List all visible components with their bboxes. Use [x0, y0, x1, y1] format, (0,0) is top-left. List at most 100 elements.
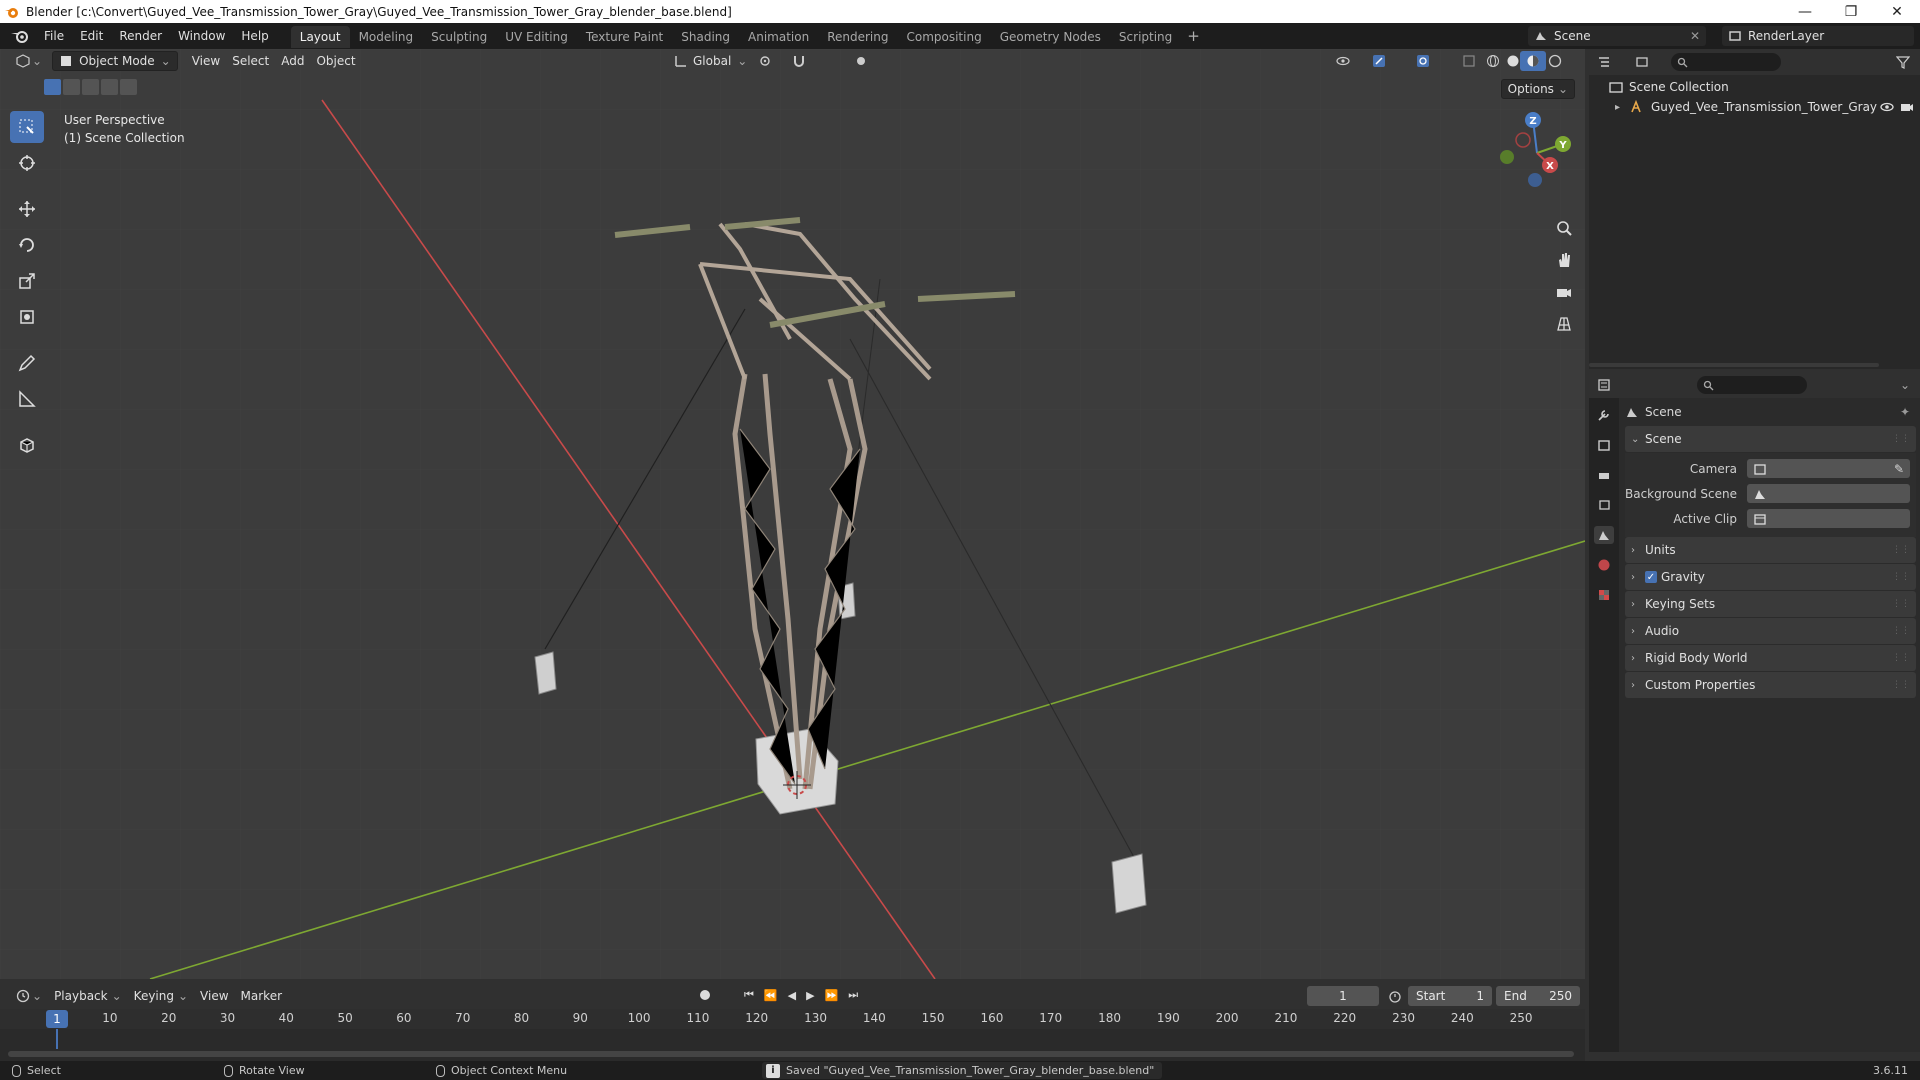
menu-object[interactable]: Object: [310, 51, 361, 71]
shading-rendered-button[interactable]: [1542, 51, 1568, 71]
view-layer-selector[interactable]: RenderLayer: [1722, 26, 1914, 46]
end-frame-field[interactable]: End 250: [1496, 986, 1580, 1006]
audio-panel-header[interactable]: › Audio ⋮⋮: [1625, 618, 1916, 644]
add-cube-tool[interactable]: [10, 429, 44, 461]
select-new-button[interactable]: [44, 79, 61, 95]
tab-modeling[interactable]: Modeling: [350, 26, 423, 48]
drag-handle-icon[interactable]: ⋮⋮: [1892, 434, 1910, 444]
scale-tool[interactable]: [10, 265, 44, 297]
custom-properties-panel-header[interactable]: › Custom Properties ⋮⋮: [1625, 672, 1916, 698]
perspective-toggle-icon[interactable]: [1551, 311, 1577, 337]
gizmo-neg-z-axis[interactable]: [1528, 173, 1542, 187]
menu-window[interactable]: Window: [170, 23, 233, 49]
camera-icon[interactable]: [1900, 100, 1914, 114]
measure-tool[interactable]: [10, 383, 44, 415]
options-dropdown[interactable]: Options ⌄: [1500, 79, 1575, 99]
overlays-toggle-button[interactable]: [1410, 51, 1436, 71]
menu-add[interactable]: Add: [275, 51, 310, 71]
object-mode-dropdown[interactable]: Object Mode ⌄: [52, 51, 178, 71]
scene-selector[interactable]: Scene ✕: [1528, 26, 1706, 46]
3d-viewport[interactable]: Z Y X ⌄ Object Mode ⌄ View Select Add Ob…: [0, 49, 1585, 979]
playhead-line[interactable]: [56, 1029, 58, 1049]
units-panel-header[interactable]: › Units ⋮⋮: [1625, 537, 1916, 563]
prev-keyframe-icon[interactable]: ⏪: [764, 989, 778, 1002]
gravity-panel-header[interactable]: › ✓ Gravity ⋮⋮: [1625, 564, 1916, 590]
eye-icon[interactable]: [1880, 100, 1894, 114]
tab-uv-editing[interactable]: UV Editing: [496, 26, 577, 48]
rotate-tool[interactable]: [10, 229, 44, 261]
cursor-tool[interactable]: [10, 147, 44, 179]
scene-panel-header[interactable]: ⌄ Scene ⋮⋮: [1625, 426, 1916, 452]
camera-view-icon[interactable]: [1551, 279, 1577, 305]
menu-render[interactable]: Render: [111, 23, 170, 49]
select-subtract-button[interactable]: [82, 79, 99, 95]
marker-menu[interactable]: Marker: [235, 986, 288, 1006]
transform-tool[interactable]: [10, 301, 44, 333]
tool-settings-tab[interactable]: [1594, 406, 1614, 424]
play-reverse-icon[interactable]: ◀: [788, 989, 796, 1002]
render-tab[interactable]: [1594, 436, 1614, 454]
transform-orientation-dropdown[interactable]: Global ⌄: [668, 51, 753, 71]
properties-editor-icon[interactable]: [1597, 378, 1611, 392]
output-tab[interactable]: [1594, 466, 1614, 484]
snap-button[interactable]: [786, 51, 812, 71]
zoom-icon[interactable]: [1551, 215, 1577, 241]
stopwatch-icon[interactable]: [1388, 989, 1402, 1003]
eyedropper-icon[interactable]: ✎: [1894, 462, 1904, 476]
minimize-button[interactable]: —: [1782, 0, 1828, 23]
timeline-ruler[interactable]: 10 20 30 40 50 60 70 80 90 100 110 120 130 140 150 160 1…: [0, 1009, 1585, 1029]
timeline-scrollbar[interactable]: [8, 1051, 1574, 1057]
start-frame-field[interactable]: Start 1: [1408, 986, 1492, 1006]
outliner-scene-collection[interactable]: Scene Collection: [1589, 77, 1920, 97]
pivot-point-button[interactable]: [752, 51, 778, 71]
playback-menu[interactable]: Playback ⌄: [48, 986, 128, 1006]
annotate-tool[interactable]: [10, 347, 44, 379]
tab-geometry-nodes[interactable]: Geometry Nodes: [991, 26, 1110, 48]
play-icon[interactable]: ▶: [806, 989, 814, 1002]
tab-scripting[interactable]: Scripting: [1110, 26, 1181, 48]
select-extend-button[interactable]: [63, 79, 80, 95]
view-layer-tab[interactable]: [1594, 496, 1614, 514]
proportional-editing-button[interactable]: [848, 51, 874, 71]
drag-handle-icon[interactable]: ⋮⋮: [1892, 599, 1910, 609]
next-keyframe-icon[interactable]: ⏩: [825, 989, 839, 1002]
move-tool[interactable]: [10, 193, 44, 225]
tab-rendering[interactable]: Rendering: [818, 26, 897, 48]
save-report-message[interactable]: i Saved "Guyed_Vee_Transmission_Tower_Gr…: [762, 1062, 1163, 1079]
chevron-down-icon[interactable]: ⌄: [1900, 378, 1910, 392]
jump-end-icon[interactable]: ⏭: [848, 988, 858, 1002]
menu-select[interactable]: Select: [226, 51, 275, 71]
filter-icon[interactable]: [1896, 55, 1910, 69]
outliner-search-input[interactable]: [1671, 53, 1781, 71]
visibility-button[interactable]: [1330, 51, 1356, 71]
background-scene-field[interactable]: [1747, 484, 1910, 503]
timeline-view-menu[interactable]: View: [194, 986, 234, 1006]
current-frame-field[interactable]: 1: [1307, 986, 1379, 1006]
collection-tab[interactable]: [1594, 586, 1614, 604]
active-clip-field[interactable]: [1747, 509, 1910, 528]
add-workspace-button[interactable]: +: [1181, 27, 1206, 45]
menu-edit[interactable]: Edit: [72, 23, 111, 49]
maximize-button[interactable]: ❐: [1828, 0, 1874, 23]
close-icon[interactable]: ✕: [1690, 29, 1700, 43]
outliner-object-row[interactable]: ▸ Guyed_Vee_Transmission_Tower_Gray: [1589, 97, 1920, 117]
rigid-body-world-panel-header[interactable]: › Rigid Body World ⋮⋮: [1625, 645, 1916, 671]
current-frame-marker[interactable]: 1: [46, 1010, 68, 1028]
menu-file[interactable]: File: [36, 23, 72, 49]
drag-handle-icon[interactable]: ⋮⋮: [1892, 572, 1910, 582]
xray-toggle-button[interactable]: [1456, 51, 1482, 71]
select-box-tool[interactable]: [10, 111, 44, 143]
drag-handle-icon[interactable]: ⋮⋮: [1892, 545, 1910, 555]
menu-view[interactable]: View: [186, 51, 226, 71]
close-button[interactable]: ✕: [1874, 0, 1920, 23]
gizmo-toggle-button[interactable]: [1366, 51, 1392, 71]
drag-handle-icon[interactable]: ⋮⋮: [1892, 680, 1910, 690]
outliner-editor-icon[interactable]: [1597, 55, 1611, 69]
properties-search-input[interactable]: [1697, 376, 1807, 394]
drag-handle-icon[interactable]: ⋮⋮: [1892, 653, 1910, 663]
gizmo-neg-y-axis[interactable]: [1500, 150, 1514, 164]
menu-help[interactable]: Help: [233, 23, 276, 49]
camera-field[interactable]: ✎: [1747, 459, 1910, 478]
select-intersect-button[interactable]: [120, 79, 137, 95]
timeline-editor-type-button[interactable]: ⌄: [10, 986, 48, 1006]
